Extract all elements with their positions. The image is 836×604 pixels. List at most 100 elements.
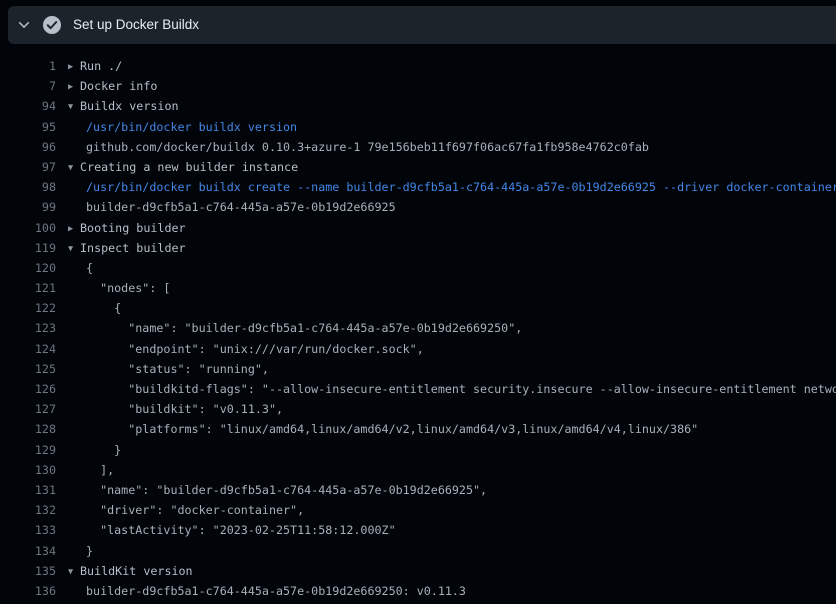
line-number[interactable]: 97	[0, 157, 56, 177]
log-line: 121 "nodes": [	[0, 278, 836, 298]
log-group-header[interactable]: ▼BuildKit version	[68, 561, 193, 581]
log-line: 132 "driver": "docker-container",	[0, 500, 836, 520]
log-output-text: github.com/docker/buildx 0.10.3+azure-1 …	[86, 137, 649, 157]
line-number[interactable]: 95	[0, 117, 56, 137]
log-output-text: builder-d9cfb5a1-c764-445a-a57e-0b19d2e6…	[86, 197, 396, 217]
log-output-text: builder-d9cfb5a1-c764-445a-a57e-0b19d2e6…	[86, 581, 466, 601]
log-line: 124 "endpoint": "unix:///var/run/docker.…	[0, 339, 836, 359]
line-number[interactable]: 124	[0, 339, 56, 359]
log-line: 125 "status": "running",	[0, 359, 836, 379]
group-collapsed-icon[interactable]: ▶	[68, 77, 80, 96]
log-output-text: "platforms": "linux/amd64,linux/amd64/v2…	[86, 419, 698, 439]
log-line: 133 "lastActivity": "2023-02-25T11:58:12…	[0, 520, 836, 540]
log-line: 129 }	[0, 440, 836, 460]
log-output-text: "nodes": [	[86, 278, 170, 298]
log-line: 99 builder-d9cfb5a1-c764-445a-a57e-0b19d2…	[0, 197, 836, 217]
log-output-text: "name": "builder-d9cfb5a1-c764-445a-a57e…	[86, 480, 487, 500]
line-number[interactable]: 123	[0, 318, 56, 338]
log-line: 123 "name": "builder-d9cfb5a1-c764-445a-…	[0, 318, 836, 338]
line-number[interactable]: 127	[0, 399, 56, 419]
log-line: 96 github.com/docker/buildx 0.10.3+azure-…	[0, 137, 836, 157]
log-group-header[interactable]: ▶Docker info	[68, 76, 157, 96]
line-number[interactable]: 119	[0, 238, 56, 258]
log-output-text: "endpoint": "unix:///var/run/docker.sock…	[86, 339, 424, 359]
line-number[interactable]: 99	[0, 197, 56, 217]
group-title: Creating a new builder instance	[80, 160, 298, 174]
log-output-text: "name": "builder-d9cfb5a1-c764-445a-a57e…	[86, 318, 522, 338]
log-output-text: }	[86, 541, 93, 561]
line-number[interactable]: 128	[0, 419, 56, 439]
log-line: 134}	[0, 541, 836, 561]
group-title: Buildx version	[80, 99, 179, 113]
step-title: Set up Docker Buildx	[73, 6, 199, 44]
line-number[interactable]: 100	[0, 218, 56, 238]
log-output-text: "lastActivity": "2023-02-25T11:58:12.000…	[86, 520, 396, 540]
line-number[interactable]: 7	[0, 76, 56, 96]
group-expanded-icon[interactable]: ▼	[68, 562, 80, 581]
line-number[interactable]: 96	[0, 137, 56, 157]
log-line: 131 "name": "builder-d9cfb5a1-c764-445a-…	[0, 480, 836, 500]
check-circle-icon	[42, 15, 62, 35]
log-line: 1 ▶Run ./	[0, 56, 836, 76]
line-number[interactable]: 131	[0, 480, 56, 500]
group-expanded-icon[interactable]: ▼	[68, 158, 80, 177]
log-group-header[interactable]: ▶Run ./	[68, 56, 122, 76]
log-line: 119 ▼Inspect builder	[0, 238, 836, 258]
log-line: 136 builder-d9cfb5a1-c764-445a-a57e-0b19d…	[0, 581, 836, 601]
group-expanded-icon[interactable]: ▼	[68, 239, 80, 258]
log-line: 97 ▼Creating a new builder instance	[0, 157, 836, 177]
line-number[interactable]: 130	[0, 460, 56, 480]
group-title: Docker info	[80, 79, 157, 93]
step-header[interactable]: Set up Docker Buildx	[8, 6, 836, 44]
log-group-header[interactable]: ▼Inspect builder	[68, 238, 186, 258]
log-line: 95/usr/bin/docker buildx version	[0, 117, 836, 137]
log-output-text: "status": "running",	[86, 359, 269, 379]
log-line: 126 "buildkitd-flags": "--allow-insecure…	[0, 379, 836, 399]
log-output-text: {	[86, 298, 121, 318]
log-line: 98/usr/bin/docker buildx create --name b…	[0, 177, 836, 197]
group-title: Inspect builder	[80, 241, 186, 255]
group-expanded-icon[interactable]: ▼	[68, 97, 80, 116]
log-output-text: ],	[86, 460, 114, 480]
log-group-header[interactable]: ▼Creating a new builder instance	[68, 157, 298, 177]
line-number[interactable]: 136	[0, 581, 56, 601]
group-title: BuildKit version	[80, 564, 193, 578]
log-output-text: "buildkit": "v0.11.3",	[86, 399, 283, 419]
log-output-text: }	[86, 440, 121, 460]
log-line: 130 ],	[0, 460, 836, 480]
log-line: 127 "buildkit": "v0.11.3",	[0, 399, 836, 419]
log-command-text: /usr/bin/docker buildx create --name bui…	[86, 177, 836, 197]
chevron-down-icon[interactable]	[16, 17, 32, 33]
line-number[interactable]: 98	[0, 177, 56, 197]
line-number[interactable]: 121	[0, 278, 56, 298]
line-number[interactable]: 134	[0, 541, 56, 561]
line-number[interactable]: 132	[0, 500, 56, 520]
group-title: Booting builder	[80, 221, 186, 235]
log-group-header[interactable]: ▼Buildx version	[68, 96, 179, 116]
log-line: 120{	[0, 258, 836, 278]
workflow-step-log-viewer: Set up Docker Buildx 1▶Run ./7▶Docker in…	[0, 0, 836, 604]
line-number[interactable]: 1	[0, 56, 56, 76]
log-line: 122 {	[0, 298, 836, 318]
line-number[interactable]: 126	[0, 379, 56, 399]
line-number[interactable]: 94	[0, 96, 56, 116]
group-collapsed-icon[interactable]: ▶	[68, 219, 80, 238]
line-number[interactable]: 125	[0, 359, 56, 379]
line-number[interactable]: 129	[0, 440, 56, 460]
log-line: 94 ▼Buildx version	[0, 96, 836, 116]
log-line: 7 ▶Docker info	[0, 76, 836, 96]
log-command-text: /usr/bin/docker buildx version	[86, 117, 297, 137]
line-number[interactable]: 122	[0, 298, 56, 318]
log-output-text: "buildkitd-flags": "--allow-insecure-ent…	[86, 379, 836, 399]
log-line: 128 "platforms": "linux/amd64,linux/amd6…	[0, 419, 836, 439]
group-title: Run ./	[80, 59, 122, 73]
log-lines: 1▶Run ./7▶Docker info94▼Buildx version95…	[0, 44, 836, 601]
log-output-text: "driver": "docker-container",	[86, 500, 304, 520]
line-number[interactable]: 120	[0, 258, 56, 278]
line-number[interactable]: 133	[0, 520, 56, 540]
group-collapsed-icon[interactable]: ▶	[68, 57, 80, 76]
log-group-header[interactable]: ▶Booting builder	[68, 218, 186, 238]
line-number[interactable]: 135	[0, 561, 56, 581]
log-line: 135 ▼BuildKit version	[0, 561, 836, 581]
log-line: 100 ▶Booting builder	[0, 218, 836, 238]
